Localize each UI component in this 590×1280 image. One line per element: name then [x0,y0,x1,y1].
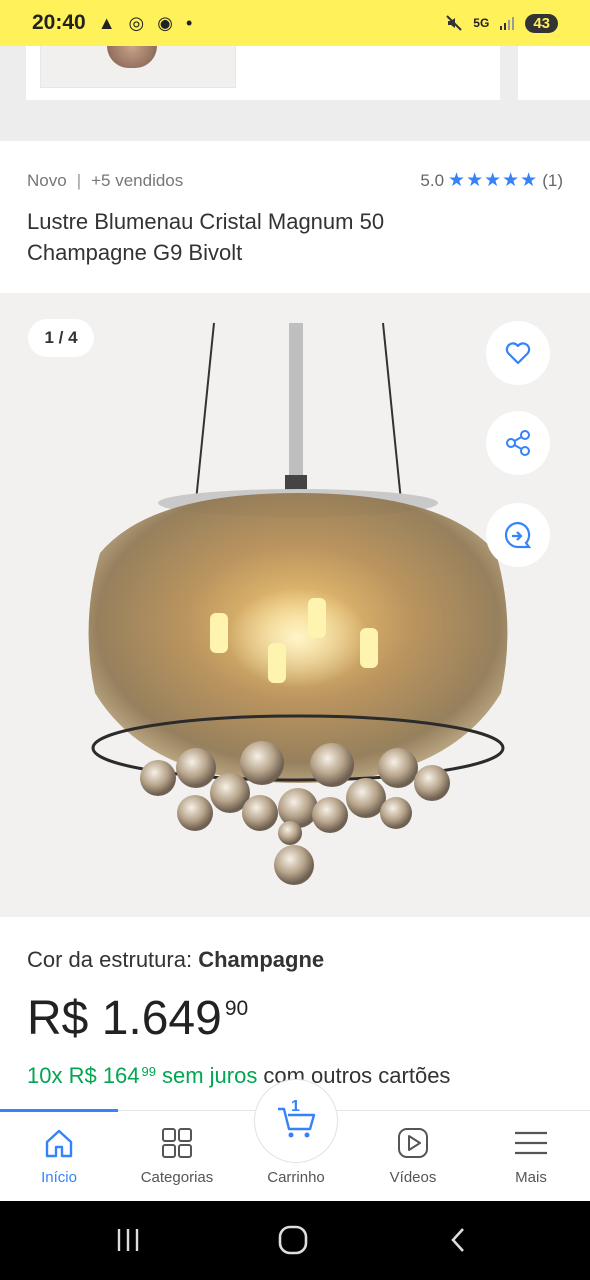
installments-cents: 99 [141,1064,156,1079]
notification-icons: ▲ ◎ ◉ • [97,12,197,33]
share-icon [506,430,530,456]
related-product-card[interactable] [518,46,590,100]
price: R$ 1.649 90 [27,993,563,1045]
back-icon[interactable] [444,1225,474,1255]
system-navigation-bar [0,1201,590,1280]
price-main: R$ 1.649 [27,992,222,1045]
installments-suffix: sem juros [162,1063,258,1088]
image-counter: 1 / 4 [28,319,94,357]
condition-label: Novo [27,170,67,190]
battery-indicator: 43 [525,13,558,33]
nav-categories-label: Categorias [140,1169,214,1186]
status-right: 5G 43 [445,13,558,33]
nav-cart[interactable]: 1 [254,1079,338,1163]
lamp-thumbnail [107,46,157,68]
structure-label: Cor da estrutura: [27,947,193,972]
product-info: Novo | +5 vendidos 5.0 ★★★★★ (1) Lustre … [0,141,590,293]
structure-color[interactable]: Cor da estrutura: Champagne [27,947,563,973]
signal-icon [500,17,515,30]
recent-apps-icon[interactable] [113,1225,143,1255]
compare-button[interactable] [486,503,550,567]
nav-videos[interactable]: Vídeos [354,1123,472,1186]
product-gallery[interactable]: 1 / 4 [0,293,590,917]
menu-icon [515,1131,547,1155]
home-button-icon[interactable] [277,1224,309,1256]
share-button[interactable] [486,411,550,475]
bottom-nav: Início Categorias 1 Carrinho Vídeos Mais [0,1079,590,1201]
mute-icon [446,15,463,31]
cart-badge: 1 [291,1098,300,1115]
grid-icon [162,1128,192,1158]
related-product-card[interactable] [26,46,500,100]
meta-separator: | [76,170,82,190]
review-count: (1) [542,170,563,190]
structure-value: Champagne [198,947,325,972]
favorite-button[interactable] [486,321,550,385]
nav-cart-label: Carrinho [267,1169,325,1186]
chandelier-image [88,322,508,885]
active-tab-indicator [0,1109,118,1112]
status-time: 20:40 [32,11,86,34]
related-product-image [40,46,236,88]
rating[interactable]: 5.0 ★★★★★ (1) [420,169,563,192]
nav-categories[interactable]: Categorias [118,1123,236,1186]
play-icon [398,1128,428,1158]
price-cents: 90 [224,997,249,1020]
product-meta: Novo | +5 vendidos 5.0 ★★★★★ (1) [27,169,563,192]
nav-videos-label: Vídeos [389,1169,437,1186]
home-icon [45,1129,73,1158]
nav-home-label: Início [41,1169,77,1186]
chat-share-icon [504,521,532,549]
rating-value: 5.0 [420,170,445,190]
status-bar: 20:40 ▲ ◎ ◉ • 5G 43 [0,0,590,46]
nav-home[interactable]: Início [0,1123,118,1186]
related-products-strip [0,46,590,141]
product-title: Lustre Blumenau Cristal Magnum 50 Champa… [27,209,385,265]
installments-prefix: 10x R$ 164 [27,1063,140,1088]
rating-stars: ★★★★★ [448,170,539,191]
network-label: 5G [473,16,490,30]
heart-icon [505,342,531,365]
nav-more-label: Mais [515,1169,547,1186]
sold-count: +5 vendidos [91,170,184,190]
nav-more[interactable]: Mais [472,1123,590,1186]
